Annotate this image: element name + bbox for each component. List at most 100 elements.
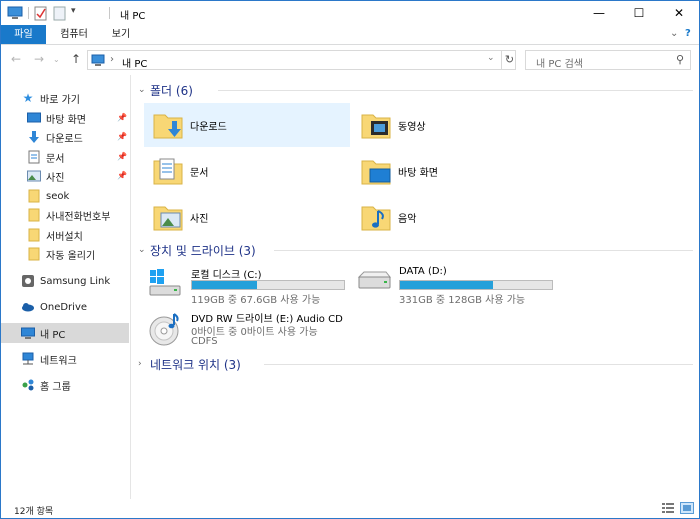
tab-computer[interactable]: 컴퓨터 [51,25,97,44]
group-divider [274,250,693,251]
search-icon[interactable]: ⚲ [676,53,684,66]
folder-tile-desktop[interactable]: 바탕 화면 [352,149,558,193]
nav-label: 사진 [46,172,65,184]
folder-label: 동영상 [398,121,426,133]
nav-label: 바탕 화면 [46,114,86,126]
new-folder-icon[interactable] [53,5,67,21]
folder-tile-music[interactable]: 음악 [352,195,558,239]
nav-onedrive[interactable]: OneDrive [21,297,129,317]
nav-this-pc[interactable]: 내 PC [1,323,129,343]
drive-name: 로컬 디스크 (C:) [191,270,262,281]
group-header-folders[interactable]: ⌄ 폴더 (6) [138,81,698,99]
nav-network[interactable]: 네트워크 [21,349,129,369]
maximize-button[interactable]: ☐ [619,1,659,25]
drive-filesystem: CDFS [191,336,218,347]
download-arrow-icon [27,130,41,144]
nav-label: Samsung Link [40,275,111,287]
help-icon[interactable]: ? [685,28,691,39]
group-divider [218,90,693,91]
tab-file[interactable]: 파일 [1,25,46,44]
nav-label: 사내전화번호부 [46,211,111,223]
nav-item-documents[interactable]: 문서 [27,147,129,167]
properties-icon[interactable] [34,5,48,21]
pictures-folder-icon [153,206,183,231]
nav-samsung-link[interactable]: Samsung Link [21,271,129,291]
drive-free-space: 331GB 중 128GB 사용 가능 [399,295,526,306]
nav-item-folder[interactable]: seok [27,186,129,206]
nav-item-desktop[interactable]: 바탕 화면 [27,108,129,128]
network-icon [21,352,35,366]
refresh-icon[interactable]: ↻ [501,51,517,69]
large-icons-view-icon[interactable] [680,502,694,514]
navigation-pane: ★ 바로 가기 바탕 화면 📌 다운로드 📌 문서 📌 사진 📌 seok 사내… [1,75,131,499]
pin-icon[interactable]: 📌 [117,171,127,180]
pictures-icon [27,169,41,183]
group-title: 장치 및 드라이브 (3) [150,243,256,258]
folder-tile-videos[interactable]: 동영상 [352,103,558,147]
window-title: 내 PC [120,11,146,22]
nav-label: OneDrive [40,301,88,313]
drive-usage-bar [191,280,345,290]
nav-homegroup[interactable]: 홈 그룹 [21,375,129,395]
star-icon: ★ [22,91,34,105]
explorer-window: ▾ 내 PC — ☐ ✕ 파일 컴퓨터 보기 ⌄ ? ← → ⌄ ↑ › 내 P… [0,0,700,519]
group-header-network-locations[interactable]: › 네트워크 위치 (3) [138,355,698,373]
details-view-icon[interactable] [661,502,675,514]
nav-label: 다운로드 [46,133,83,145]
search-input[interactable]: 내 PC 검색 [536,55,583,70]
item-count: 12개 항목 [14,507,54,517]
status-bar: 12개 항목 [1,499,699,519]
downloads-folder-icon [153,114,183,139]
search-box[interactable]: 내 PC 검색 ⚲ [525,50,691,70]
nav-item-pictures[interactable]: 사진 [27,166,129,186]
folder-tile-pictures[interactable]: 사진 [144,195,350,239]
group-title: 폴더 (6) [150,83,193,98]
desktop-icon [27,111,41,125]
nav-quick-access[interactable]: ★ 바로 가기 [21,88,129,108]
nav-label: 서버설치 [46,231,83,243]
folder-icon [27,189,41,203]
folder-label: 바탕 화면 [398,167,438,179]
group-header-drives[interactable]: ⌄ 장치 및 드라이브 (3) [138,241,698,259]
tab-view[interactable]: 보기 [101,25,141,44]
music-folder-icon [361,206,391,231]
pin-icon[interactable]: 📌 [117,132,127,141]
breadcrumb-chevron-icon[interactable]: › [110,54,114,65]
breadcrumb[interactable]: 내 PC [122,55,147,70]
folder-label: 음악 [398,213,417,225]
folder-label: 문서 [190,167,209,179]
minimize-button[interactable]: — [579,1,619,25]
drive-d[interactable]: DATA (D:) 331GB 중 128GB 사용 가능 [354,261,564,306]
drive-usage-fill [400,281,493,289]
hard-drive-icon [357,271,392,289]
this-pc-icon [7,6,23,19]
recent-locations-icon[interactable]: ⌄ [53,55,60,64]
nav-item-downloads[interactable]: 다운로드 [27,127,129,147]
pin-icon[interactable]: 📌 [117,152,127,161]
document-icon [27,150,41,164]
folder-tile-documents[interactable]: 문서 [144,149,350,193]
nav-label: 바로 가기 [40,94,80,106]
address-bar[interactable]: › 내 PC ⌄ ↻ [87,50,516,70]
nav-item-folder[interactable]: 서버설치 [27,225,129,245]
forward-arrow-icon[interactable]: → [34,52,44,66]
chevron-down-icon: ⌄ [138,245,146,255]
expand-ribbon-icon[interactable]: ⌄ [670,28,678,39]
up-arrow-icon[interactable]: ↑ [71,52,81,66]
pin-icon[interactable]: 📌 [117,113,127,122]
title-separator [109,7,110,19]
customize-quick-access-icon[interactable]: ▾ [71,6,76,22]
windows-drive-icon [149,269,181,296]
folder-icon [27,228,41,242]
drive-c[interactable]: 로컬 디스크 (C:) 119GB 중 67.6GB 사용 가능 [146,261,356,306]
close-button[interactable]: ✕ [659,1,699,25]
nav-label: seok [46,190,70,202]
folder-tile-downloads[interactable]: 다운로드 [144,103,350,147]
back-arrow-icon[interactable]: ← [11,52,21,66]
drive-e[interactable]: DVD RW 드라이브 (E:) Audio CD 0바이트 중 0바이트 사용… [146,307,376,351]
documents-folder-icon [153,158,183,185]
address-dropdown-icon[interactable]: ⌄ [487,53,495,63]
nav-item-folder[interactable]: 자동 올리기 [27,244,129,264]
nav-item-folder[interactable]: 사내전화번호부 [27,205,129,225]
chevron-down-icon: ⌄ [138,85,146,95]
